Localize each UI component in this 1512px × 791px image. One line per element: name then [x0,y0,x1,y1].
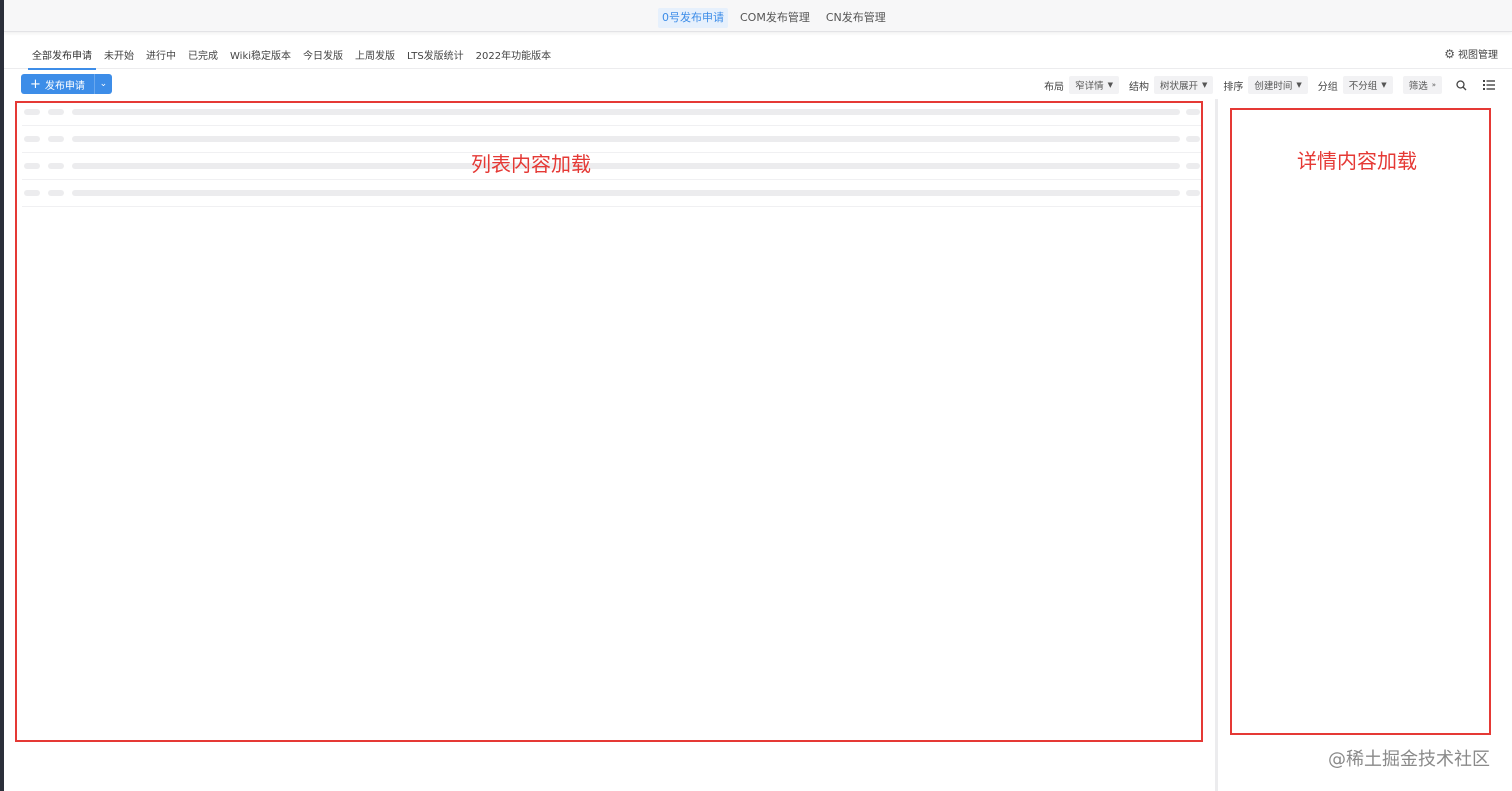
plus-icon: + [30,76,41,92]
filter-button[interactable]: 筛选 » [1402,76,1442,94]
tab-in-progress[interactable]: 进行中 [140,45,182,70]
detail-loading-annotation-label: 详情内容加载 [1297,149,1417,173]
top-bar: 0号发布申请 COM发布管理 CN发布管理 [4,0,1512,32]
chevron-down-icon: ▼ [1381,81,1387,89]
structure-control: 结构 树状展开 ▼ [1128,76,1214,94]
chevron-down-icon: ▼ [1296,81,1302,89]
view-controls: 布局 窄详情 ▼ 结构 树状展开 ▼ 排序 创建时间 ▼ 分组 不分组 ▼ 筛选… [1044,76,1498,94]
search-button[interactable] [1452,76,1470,94]
group-label: 分组 [1317,81,1338,93]
sort-label: 排序 [1223,81,1244,93]
create-release-dropdown[interactable]: ⌄ [93,74,112,94]
chevron-down-icon: ⌄ [99,79,108,89]
layout-select[interactable]: 窄详情 ▼ [1069,76,1119,94]
filter-label: 筛选 [1408,81,1428,92]
group-select[interactable]: 不分组 ▼ [1342,76,1393,94]
create-release-button[interactable]: + 发布申请 [21,74,94,94]
topnav-item-0[interactable]: 0号发布申请 [658,8,728,28]
layout-value: 窄详情 [1075,81,1104,92]
view-manage-button[interactable]: ⚙ 视图管理 [1444,46,1498,62]
create-release-split-button: + 发布申请 ⌄ [21,74,112,94]
layout-control: 布局 窄详情 ▼ [1044,76,1119,94]
tab-today-release[interactable]: 今日发版 [297,45,349,70]
sort-control: 排序 创建时间 ▼ [1223,76,1308,94]
gear-icon: ⚙ [1444,46,1455,61]
structure-value: 树状展开 [1159,81,1198,92]
top-nav: 0号发布申请 COM发布管理 CN发布管理 [658,8,890,28]
sort-value: 创建时间 [1254,81,1293,92]
detail-loading-annotation-box [1230,108,1491,735]
tab-wiki-stable[interactable]: Wiki稳定版本 [224,45,297,70]
tab-completed[interactable]: 已完成 [182,45,224,70]
structure-label: 结构 [1128,81,1149,93]
tab-2022-features[interactable]: 2022年功能版本 [470,45,557,70]
topnav-item-cn[interactable]: CN发布管理 [822,8,890,28]
tab-last-week-release[interactable]: 上周发版 [349,45,401,70]
list-toggle-button[interactable] [1480,76,1498,94]
tab-lts-stats[interactable]: LTS发版统计 [401,45,470,70]
chevron-down-icon: ▼ [1107,81,1113,89]
chevron-down-icon: ▼ [1201,81,1208,89]
layout-label: 布局 [1044,81,1065,93]
tab-all[interactable]: 全部发布申请 [26,45,98,70]
group-control: 分组 不分组 ▼ [1318,76,1393,94]
view-tabs: 全部发布申请 未开始 进行中 已完成 Wiki稳定版本 今日发版 上周发版 LT… [4,38,1512,70]
double-chevron-down-icon: » [1431,81,1436,89]
group-value: 不分组 [1348,81,1378,92]
create-release-label: 发布申请 [44,80,85,92]
toolbar: + 发布申请 ⌄ 布局 窄详情 ▼ 结构 树状展开 ▼ 排序 创建时间 ▼ 分组… [4,72,1512,98]
sort-select[interactable]: 创建时间 ▼ [1248,76,1308,94]
topnav-item-com[interactable]: COM发布管理 [736,8,814,28]
view-manage-label: 视图管理 [1458,50,1498,61]
tab-list: 全部发布申请 未开始 进行中 已完成 Wiki稳定版本 今日发版 上周发版 LT… [26,45,557,70]
tab-not-started[interactable]: 未开始 [98,45,140,70]
search-icon [1455,79,1466,90]
list-icon [1483,80,1495,90]
watermark: @稀土掘金技术社区 [1328,749,1490,770]
structure-select[interactable]: 树状展开 ▼ [1153,76,1214,94]
list-loading-annotation-box [15,101,1203,742]
list-loading-annotation-label: 列表内容加载 [471,152,591,176]
